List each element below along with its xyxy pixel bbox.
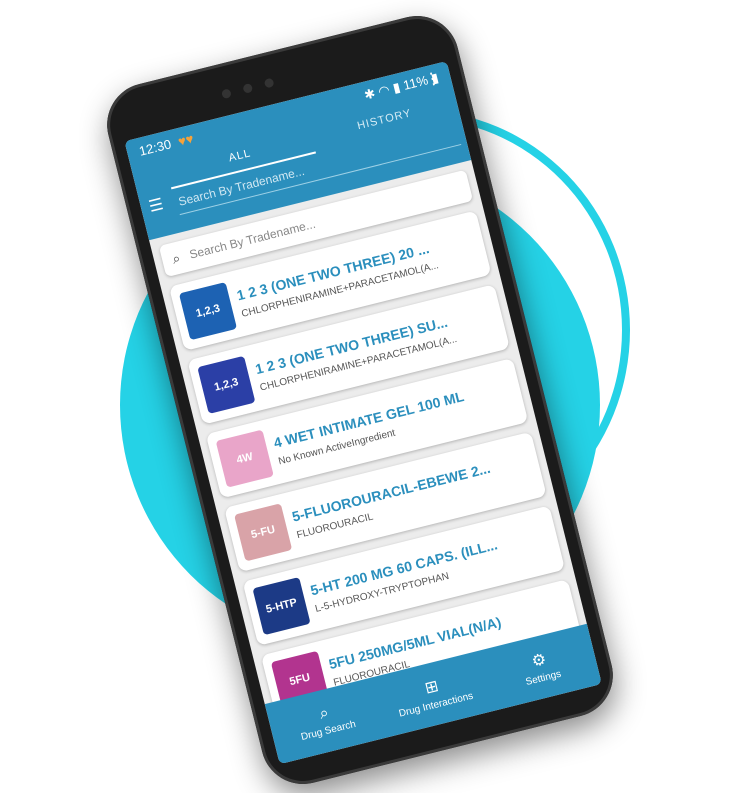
camera-dot — [263, 77, 275, 89]
phone-frame: 12:30 ♥♥ ✱ ◠ ▮ 11% ▮ ALL HISTORY ⋮ ☰ ⌕ S… — [98, 7, 622, 793]
nav-label: Settings — [524, 668, 563, 689]
drug-thumbnail: 1,2,3 — [178, 282, 238, 341]
gear-icon: ⚙ — [530, 650, 549, 671]
heart-icon: ♥♥ — [176, 130, 196, 150]
drug-thumbnail: 5-FU — [234, 503, 293, 562]
status-time: 12:30 — [137, 136, 173, 159]
camera-dot — [220, 88, 232, 100]
search-icon: ⌕ — [170, 249, 182, 267]
search-icon: ⌕ — [317, 704, 331, 723]
hamburger-menu-icon[interactable]: ☰ — [147, 194, 166, 217]
drug-thumbnail: 4W — [215, 429, 274, 488]
nav-label: Drug Search — [299, 718, 358, 744]
drug-thumbnail: 1,2,3 — [197, 355, 256, 414]
drug-thumbnail: 5-HTP — [252, 577, 311, 636]
medical-plus-icon: ⊞ — [423, 677, 441, 698]
camera-dot — [242, 82, 254, 94]
